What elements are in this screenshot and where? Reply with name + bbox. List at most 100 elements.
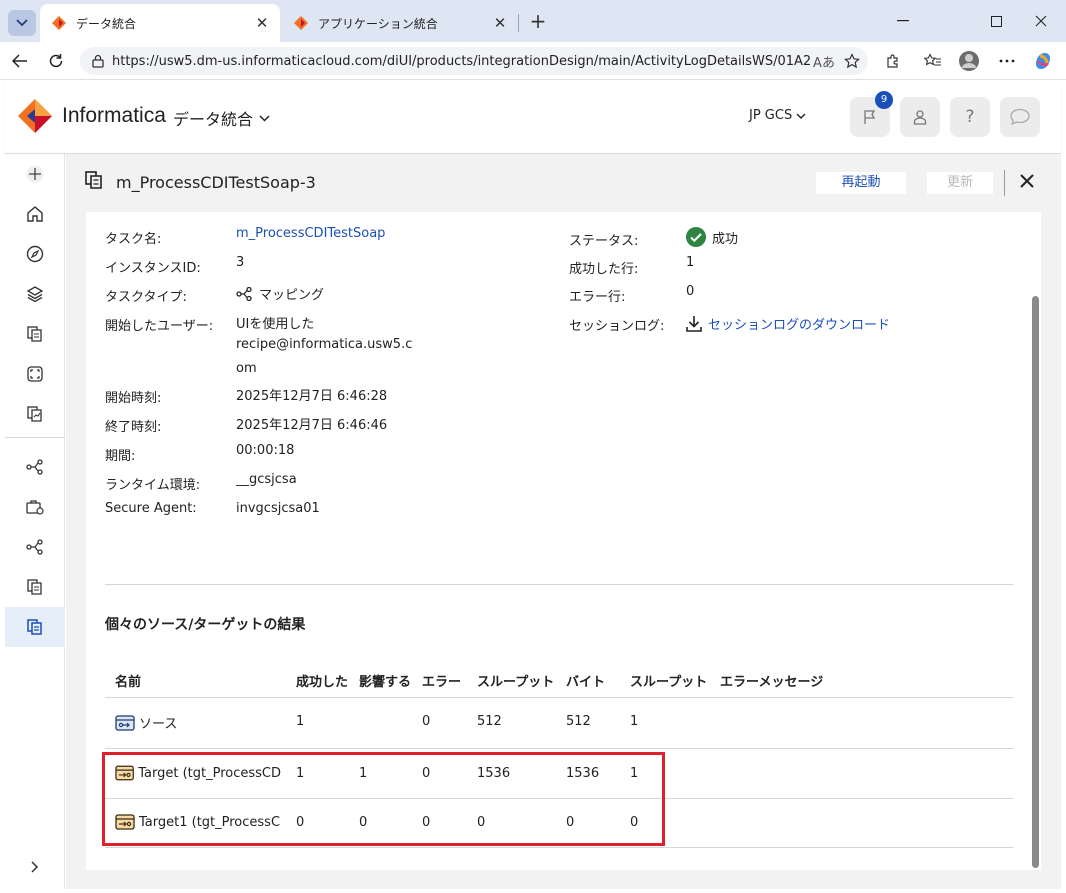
nav-documents[interactable] (5, 314, 65, 354)
browser-toolbar: https://usw5.dm-us.informaticacloud.com/… (0, 42, 1066, 80)
error-rows-value: 0 (686, 284, 695, 299)
tab-close-icon[interactable]: ✕ (252, 14, 272, 32)
error-rows-label: エラー行: (569, 290, 626, 305)
nav-expand-button[interactable] (5, 847, 65, 887)
user-profile-button[interactable] (900, 97, 940, 137)
nav-tasks[interactable] (5, 527, 65, 567)
runtime-env-label: ランタイム環境: (105, 478, 201, 493)
col-header-throughput-bytes: スループット (630, 675, 708, 690)
app-header: Informatica データ統合 JP GCS 9 ? (5, 80, 1061, 154)
status-label: ステータス: (569, 234, 639, 249)
cell-throughput-rows: 512 (477, 714, 502, 729)
reload-icon (49, 54, 63, 68)
nav-explore[interactable] (5, 234, 65, 274)
duration-label: 期間: (105, 449, 136, 464)
minimize-button[interactable] (880, 8, 926, 34)
nav-home[interactable] (5, 194, 65, 234)
profile-avatar[interactable] (957, 49, 981, 73)
more-menu-icon[interactable] (995, 49, 1019, 73)
col-header-name: 名前 (115, 675, 142, 690)
close-window-button[interactable] (1018, 8, 1064, 34)
arrow-left-icon (12, 54, 27, 68)
product-switcher[interactable]: データ統合 (173, 106, 270, 130)
col-header-error: エラー (422, 675, 462, 690)
tab-close-icon[interactable]: ✕ (490, 14, 510, 32)
close-icon (1035, 15, 1047, 27)
mapping-icon (236, 286, 252, 301)
restart-button[interactable]: 再起動 (816, 172, 906, 194)
informatica-favicon-icon (52, 16, 66, 30)
started-by-line-2: recipe@informatica.usw5.c (236, 337, 413, 352)
mapping-icon (26, 459, 43, 475)
documents-icon (27, 326, 42, 342)
tab-title: アプリケーション統合 (318, 16, 438, 31)
refresh-button[interactable]: 更新 (927, 172, 993, 194)
col-header-success: 成功した (296, 675, 349, 690)
task-name-link[interactable]: m_ProcessCDITestSoap (236, 226, 385, 241)
new-tab-button[interactable]: + (526, 10, 550, 34)
cell-error-rows: 0 (422, 714, 431, 729)
row-name: ソース (115, 713, 281, 732)
informatica-logo[interactable] (17, 98, 53, 134)
nav-new-button[interactable] (5, 154, 65, 194)
section-divider (105, 584, 1013, 585)
chat-button[interactable] (1000, 97, 1040, 137)
copilot-icon[interactable] (1031, 49, 1055, 73)
task-type-value: マッピング (236, 284, 324, 303)
brand-name: Informatica (62, 104, 166, 127)
nav-divider (5, 437, 65, 438)
extensions-icon[interactable] (881, 49, 905, 73)
page-title-bar: m_ProcessCDITestSoap-3 再起動 更新 (66, 160, 1061, 206)
notification-badge: 9 (875, 91, 893, 109)
nav-frame[interactable] (5, 354, 65, 394)
highlight-box (102, 752, 665, 846)
chevron-down-icon (16, 19, 28, 27)
success-check-icon (686, 227, 706, 247)
tab-separator (518, 14, 519, 32)
cell-throughput-bytes: 1 (630, 714, 639, 729)
favorites-icon[interactable] (921, 49, 945, 73)
back-button[interactable] (8, 49, 32, 73)
minimize-icon (897, 20, 909, 22)
nav-bundles[interactable] (5, 274, 65, 314)
nav-monitor[interactable] (5, 394, 65, 434)
table-row: ソース 1 0 512 512 1 (105, 698, 1013, 748)
nav-logs[interactable] (5, 567, 65, 607)
download-icon (686, 316, 702, 332)
lock-icon (92, 54, 104, 68)
favorite-star-icon[interactable] (840, 49, 864, 73)
home-icon (27, 206, 43, 222)
tab-data-integration[interactable]: データ統合 ✕ (40, 4, 280, 42)
nav-mappings[interactable] (5, 447, 65, 487)
nav-activity-log[interactable] (5, 607, 65, 647)
notifications-button[interactable]: 9 (850, 91, 893, 137)
end-time-label: 終了時刻: (105, 420, 162, 435)
tab-application-integration[interactable]: アプリケーション統合 ✕ (282, 4, 518, 42)
close-button[interactable] (1016, 170, 1038, 192)
informatica-favicon-icon (294, 16, 308, 30)
secure-agent-value: invgcsjcsa01 (236, 501, 320, 516)
chevron-right-icon (31, 861, 39, 873)
tab-title: データ統合 (76, 16, 137, 31)
nav-runtime[interactable] (5, 487, 65, 527)
cell-bytes: 512 (566, 714, 591, 729)
help-button[interactable]: ? (950, 97, 990, 137)
tab-actions-button[interactable] (8, 10, 36, 36)
session-log-download-link[interactable]: セッションログのダウンロード (686, 314, 890, 333)
task-flow-icon (26, 539, 43, 555)
col-header-error-message: エラーメッセージ (720, 675, 824, 690)
status-value: 成功 (686, 227, 738, 247)
duration-value: 00:00:18 (236, 443, 295, 458)
vertical-scrollbar[interactable] (1032, 296, 1039, 868)
address-bar[interactable]: https://usw5.dm-us.informaticacloud.com/… (80, 47, 868, 75)
read-aloud-icon[interactable]: Aあ (812, 49, 836, 73)
org-switcher[interactable]: JP GCS (749, 108, 806, 123)
cell-success-rows: 1 (296, 714, 305, 729)
reload-button[interactable] (44, 49, 68, 73)
maximize-button[interactable] (973, 8, 1019, 34)
compass-icon (26, 245, 44, 263)
briefcase-gear-icon (26, 500, 44, 515)
chevron-down-icon (796, 113, 806, 119)
success-rows-value: 1 (686, 255, 695, 270)
maximize-icon (990, 15, 1002, 27)
